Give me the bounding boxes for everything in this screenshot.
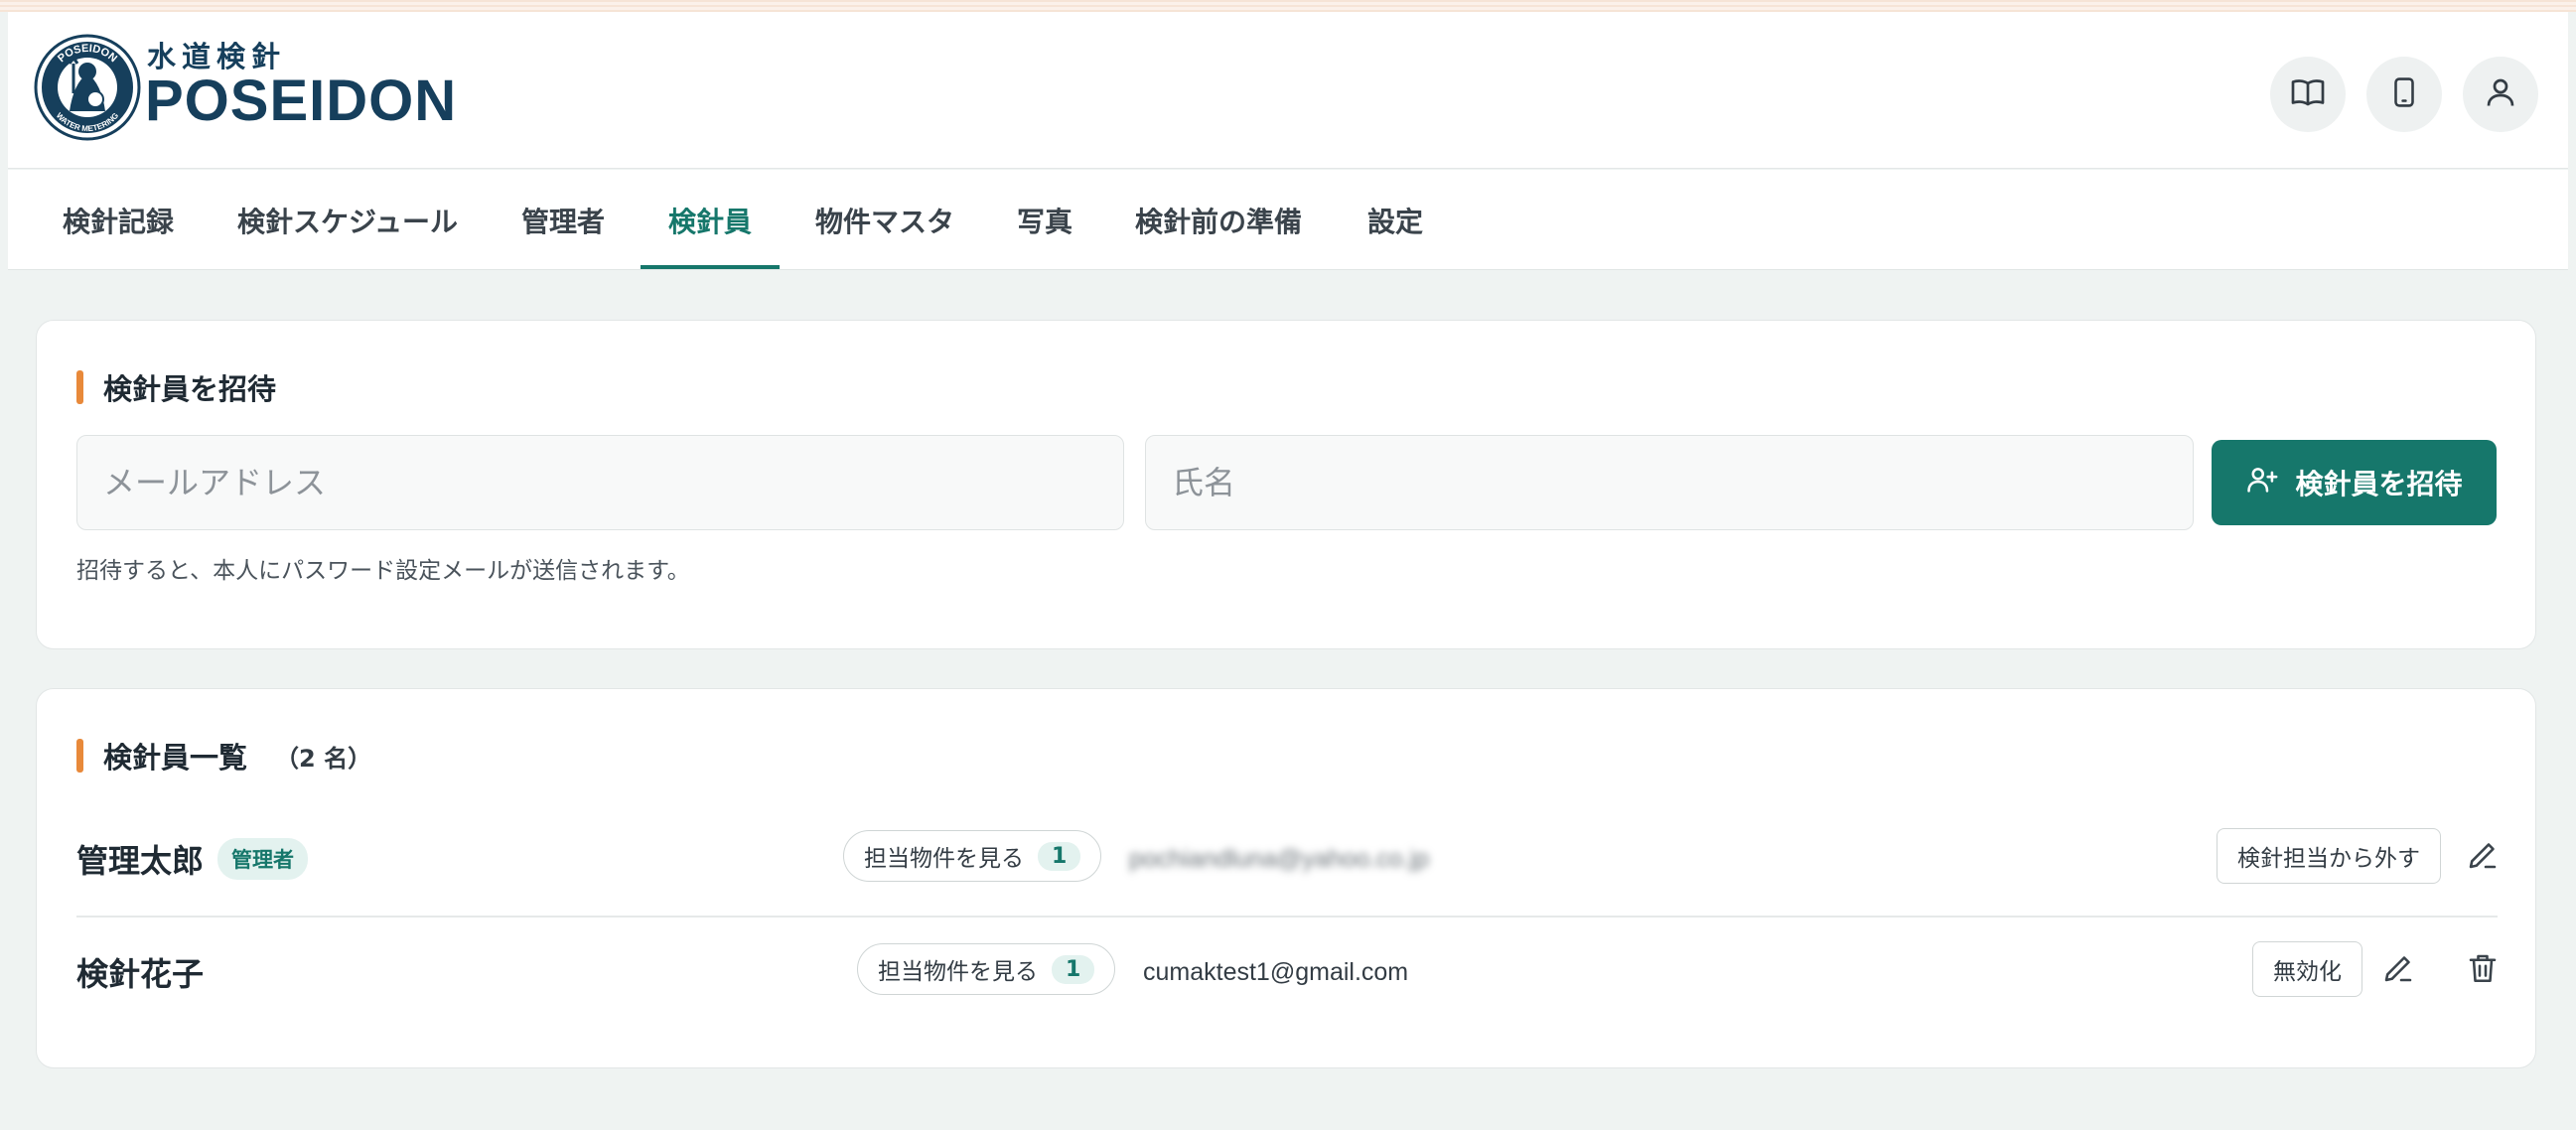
- tab-preparation[interactable]: 検針前の準備: [1135, 170, 1302, 270]
- tab-meter-readers[interactable]: 検針員: [668, 170, 752, 270]
- tab-photos[interactable]: 写真: [1017, 170, 1073, 270]
- pencil-icon: [2465, 837, 2501, 877]
- edit-button[interactable]: [2375, 947, 2421, 993]
- view-properties-label: 担当物件を見る: [878, 959, 1038, 985]
- view-properties-button[interactable]: 担当物件を見る 1: [843, 830, 1102, 882]
- invite-help-text: 招待すると、本人にパスワード設定メールが送信されます。: [76, 558, 690, 584]
- name-input[interactable]: [1145, 435, 2194, 530]
- mobile-view-button[interactable]: [2366, 57, 2442, 132]
- reader-list-card: 検針員一覧 （2 名） 管理太郎 管理者 担当物件を見る 1 pochiandl…: [36, 688, 2536, 1068]
- table-row: 検針花子 担当物件を見る 1 cumaktest1@gmail.com 無効化: [76, 916, 2498, 1029]
- table-row: 管理太郎 管理者 担当物件を見る 1 pochiandluna@yahoo.co…: [76, 802, 2498, 916]
- main-nav: 検針記録 検針スケジュール 管理者 検針員 物件マスタ 写真 検針前の準備 設定: [8, 170, 2568, 270]
- tab-settings[interactable]: 設定: [1367, 170, 1423, 270]
- reader-email: pochiandluna@yahoo.co.jp: [1129, 844, 1429, 873]
- app-header: POSEIDON WATER METERING 水道検針 POSEIDON: [8, 12, 2568, 169]
- user-icon: [2483, 74, 2518, 114]
- email-input[interactable]: [76, 435, 1124, 530]
- pencil-icon: [2380, 950, 2416, 990]
- admin-badge: 管理者: [217, 838, 309, 880]
- edit-button[interactable]: [2460, 834, 2505, 880]
- view-properties-label: 担当物件を見る: [864, 846, 1024, 872]
- manual-button[interactable]: [2270, 57, 2346, 132]
- trash-icon: [2465, 950, 2501, 990]
- tab-administrators[interactable]: 管理者: [521, 170, 605, 270]
- reader-count: （2 名）: [275, 744, 372, 773]
- list-title-text: 検針員一覧: [103, 741, 248, 775]
- tab-reading-schedule[interactable]: 検針スケジュール: [237, 170, 458, 270]
- remove-reader-button[interactable]: 検針担当から外す: [2217, 828, 2441, 884]
- account-button[interactable]: [2463, 57, 2538, 132]
- reader-name: 管理太郎: [76, 842, 205, 880]
- reader-name-cell: 管理太郎 管理者: [76, 802, 309, 916]
- tablet-icon: [2387, 75, 2421, 113]
- invite-card-title: 検針員を招待: [76, 366, 276, 408]
- deactivate-button[interactable]: 無効化: [2252, 941, 2362, 997]
- property-count-badge: 1: [1038, 841, 1081, 871]
- view-properties-button[interactable]: 担当物件を見る 1: [857, 943, 1116, 995]
- top-stripe: [0, 0, 2576, 12]
- reader-name-cell: 検針花子: [76, 916, 204, 1029]
- title-accent-bar: [76, 739, 83, 773]
- reader-name: 検針花子: [76, 955, 205, 993]
- invite-button[interactable]: 検針員を招待: [2212, 440, 2497, 525]
- tab-property-master[interactable]: 物件マスタ: [815, 170, 954, 270]
- tab-reading-records[interactable]: 検針記録: [63, 170, 174, 270]
- invite-button-label: 検針員を招待: [2295, 468, 2463, 500]
- invite-card: 検針員を招待 検針員を招待 招待すると、本人にパスワード設定メールが送信されます…: [36, 320, 2536, 649]
- active-tab-indicator: [641, 265, 780, 269]
- book-icon: [2290, 74, 2326, 114]
- logo-title: POSEIDON: [145, 69, 458, 133]
- invite-title-text: 検針員を招待: [103, 372, 277, 406]
- title-accent-bar: [76, 370, 83, 404]
- list-card-title: 検針員一覧 （2 名）: [76, 735, 371, 777]
- property-count-badge: 1: [1052, 954, 1095, 984]
- user-plus-icon: [2245, 463, 2279, 503]
- reader-email: cumaktest1@gmail.com: [1143, 957, 1409, 986]
- delete-button[interactable]: [2460, 947, 2505, 993]
- poseidon-logo-icon: POSEIDON WATER METERING: [34, 34, 141, 141]
